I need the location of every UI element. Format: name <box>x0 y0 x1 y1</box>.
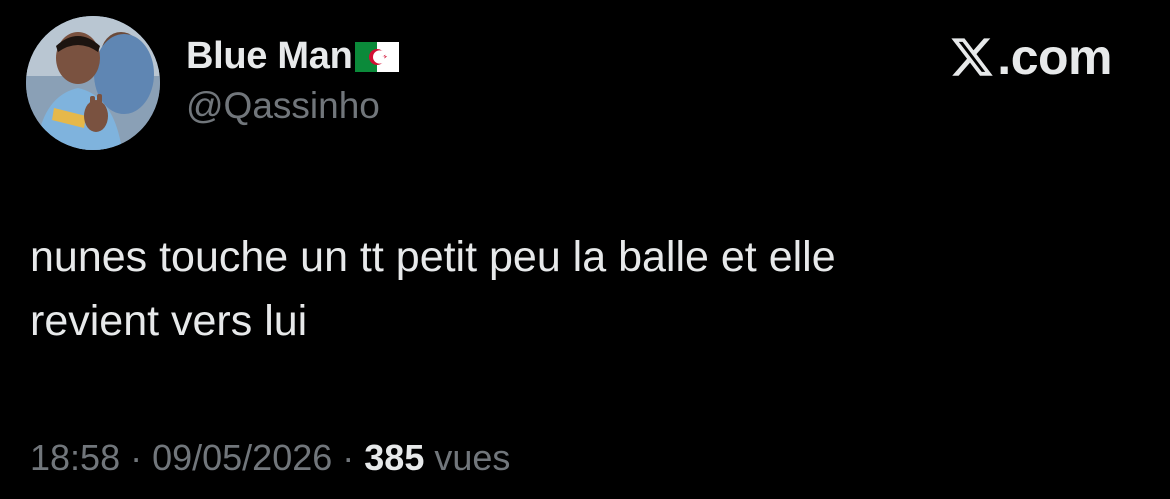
brand-suffix: .com <box>997 29 1112 85</box>
tweet-meta: 18:58 · 09/05/2026 · 385 vues <box>30 437 510 479</box>
avatar-photo <box>26 16 160 150</box>
meta-separator: · <box>120 437 153 478</box>
tweet-text: nunes touche un tt petit peu la balle et… <box>30 233 836 345</box>
avatar[interactable] <box>26 16 160 150</box>
views-count[interactable]: 385 <box>364 437 424 479</box>
brand-watermark: .com <box>948 29 1112 85</box>
meta-separator: · <box>332 437 365 478</box>
author-handle[interactable]: @Qassinho <box>186 85 380 127</box>
author-name-row[interactable]: Blue Man <box>186 32 399 80</box>
algeria-flag-icon <box>354 42 399 72</box>
tweet-time[interactable]: 18:58 <box>30 437 120 479</box>
views-label: vues <box>424 437 511 478</box>
tweet-date[interactable]: 09/05/2026 <box>152 437 332 479</box>
tweet-card: Blue Man @Qassinho .com nunes touche un … <box>0 0 1170 499</box>
x-logo-icon <box>951 38 994 76</box>
author-display-name[interactable]: Blue Man <box>186 35 353 78</box>
